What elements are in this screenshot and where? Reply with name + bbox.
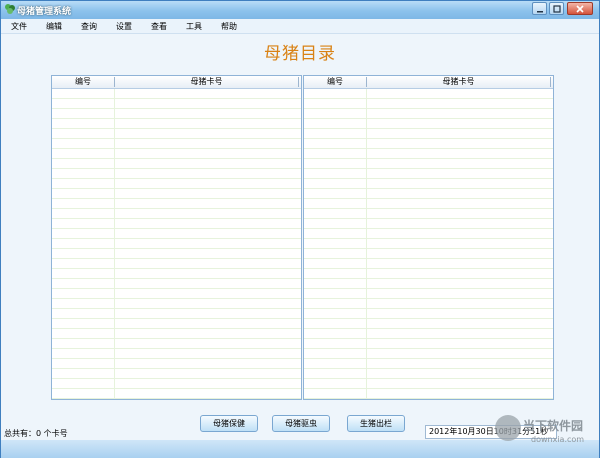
menu-view[interactable]: 查看 [151,21,167,32]
table-rows [52,89,301,399]
close-icon [576,5,584,13]
menu-edit[interactable]: 编辑 [46,21,62,32]
maximize-icon [553,5,561,13]
watermark-en: downxia.com [531,435,585,444]
table-rows [304,89,553,399]
maximize-button[interactable] [549,2,564,15]
table-header: 编号 母猪卡号 [52,76,301,89]
table-header: 编号 母猪卡号 [304,76,553,89]
menu-help[interactable]: 帮助 [221,21,237,32]
column-divider[interactable] [550,77,551,87]
close-button[interactable] [567,2,593,15]
watermark-cn: 当下软件园 [523,419,584,433]
app-icon [5,4,15,14]
watermark: 当下软件园 downxia.com [495,413,595,453]
page-title: 母猪目录 [264,44,336,64]
menu-file[interactable]: 文件 [11,21,27,32]
sow-table-left[interactable]: 编号 母猪卡号 [51,75,302,400]
column-header-id[interactable]: 编号 [52,76,114,88]
watermark-logo-icon [495,415,521,441]
column-divider[interactable] [298,77,299,87]
column-header-card[interactable]: 母猪卡号 [115,76,298,88]
menu-tools[interactable]: 工具 [186,21,202,32]
title-bar[interactable]: 母猪管理系统 [1,1,599,20]
menu-bar: 文件 编辑 查询 设置 查看 工具 帮助 [1,19,599,34]
menu-settings[interactable]: 设置 [116,21,132,32]
column-header-id[interactable]: 编号 [304,76,366,88]
minimize-icon [537,11,543,13]
window-title: 母猪管理系统 [17,7,72,17]
menu-query[interactable]: 查询 [81,21,97,32]
sow-table-right[interactable]: 编号 母猪卡号 [303,75,554,400]
minimize-button[interactable] [532,2,547,15]
column-header-card[interactable]: 母猪卡号 [367,76,550,88]
card-count-status: 总共有：0 个卡号 [4,429,68,438]
main-window: 母猪管理系统 文件 编辑 查询 设置 查看 工具 帮助 母猪目录 编号 母猪卡号 [0,0,600,458]
